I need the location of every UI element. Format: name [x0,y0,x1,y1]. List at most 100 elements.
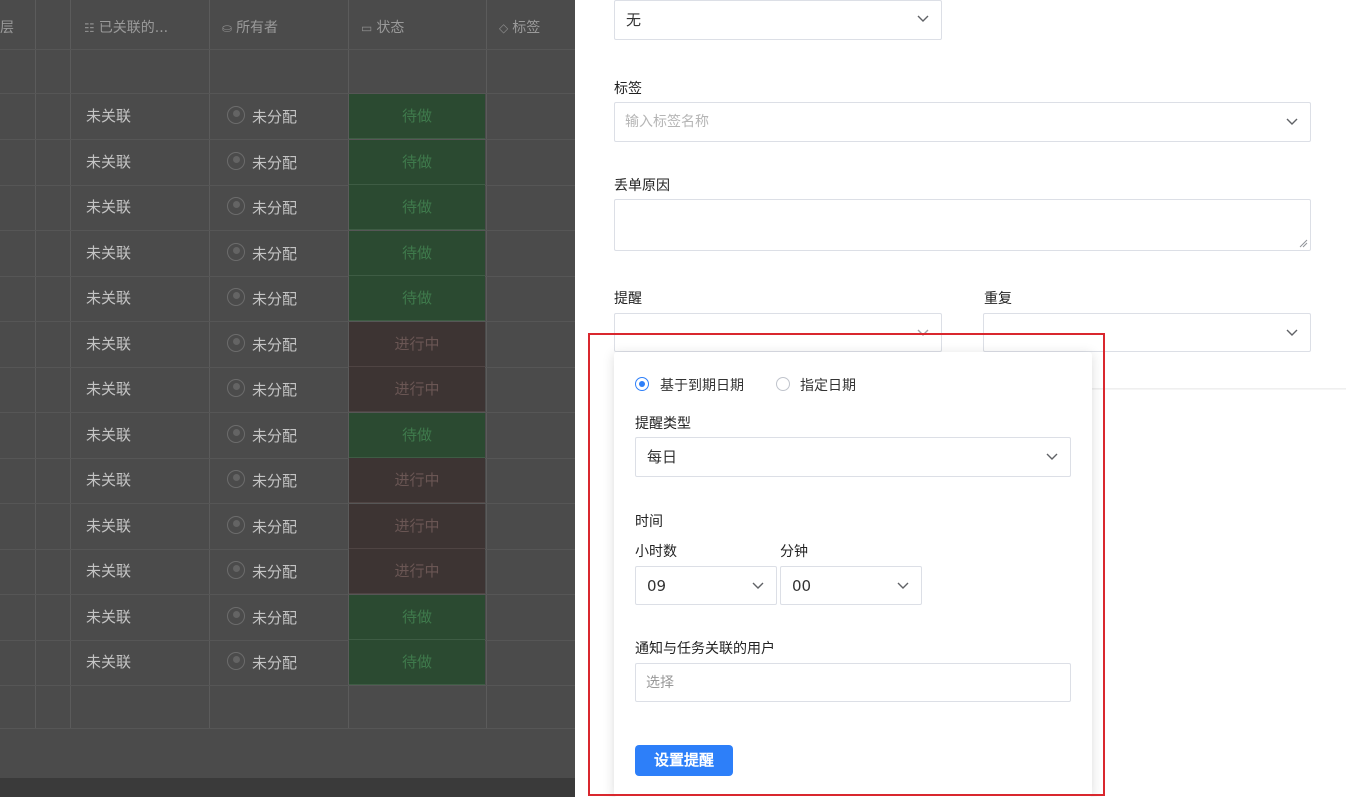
reminder-label: 提醒 [614,291,642,307]
column-header-tags[interactable]: ◇ 标签 [499,0,540,50]
owner-cell[interactable]: 未分配 [252,504,297,551]
avatar-icon [227,288,245,306]
repeat-select[interactable] [983,313,1311,352]
hours-select[interactable]: 09 [635,566,777,605]
owner-cell[interactable]: 未分配 [252,140,297,187]
chevron-up-icon [917,329,929,336]
reminder-select[interactable] [614,313,942,352]
owner-cell[interactable]: 未分配 [252,322,297,369]
linked-cell: 未关联 [86,153,132,171]
status-cell[interactable]: 待做 [349,413,485,458]
avatar-icon [227,334,245,352]
chevron-down-icon [752,582,764,589]
notify-users-select[interactable]: 选择 [635,663,1071,702]
status-cell[interactable]: 待做 [349,185,485,230]
lost-reason-textarea[interactable] [614,199,1311,251]
divider [1092,388,1346,390]
status-cell[interactable]: 待做 [349,595,485,640]
linked-cell: 未关联 [86,198,132,216]
avatar-icon [227,561,245,579]
linked-cell: 未关联 [86,562,132,580]
avatar-icon [227,152,245,170]
linked-cell: 未关联 [86,517,132,535]
table-row[interactable]: 未关联 未分配 进行中 [0,367,575,414]
avatar-icon [227,379,245,397]
resize-handle-icon[interactable] [1299,239,1308,248]
avatar-icon [227,197,245,215]
owner-cell[interactable]: 未分配 [252,276,297,323]
table-row[interactable]: 未关联 未分配 待做 [0,231,575,278]
table-row[interactable]: 未关联 未分配 待做 [0,185,575,232]
chevron-down-icon [1046,453,1058,460]
linked-cell: 未关联 [86,107,132,125]
table-row[interactable]: 未关联 未分配 进行中 [0,549,575,596]
status-cell[interactable]: 待做 [349,640,485,685]
reminder-type-select[interactable]: 每日 [635,437,1071,477]
status-cell[interactable]: 待做 [349,231,485,276]
linked-cell: 未关联 [86,471,132,489]
status-cell[interactable]: 待做 [349,140,485,185]
owner-icon: ⛀ [222,21,233,35]
owner-cell[interactable]: 未分配 [252,595,297,642]
linked-cell: 未关联 [86,335,132,353]
avatar-icon [227,652,245,670]
horizontal-scrollbar[interactable] [0,778,575,797]
notify-users-label: 通知与任务关联的用户 [635,641,775,657]
linked-cell: 未关联 [86,426,132,444]
time-label: 时间 [635,514,663,530]
owner-cell[interactable]: 未分配 [252,640,297,687]
avatar-icon [227,470,245,488]
column-header-owner[interactable]: ⛀ 所有者 [222,0,278,50]
owner-cell[interactable]: 未分配 [252,413,297,460]
table-row[interactable]: 未关联 未分配 待做 [0,413,575,460]
status-icon: ▭ [361,21,373,35]
top-select[interactable]: 无 [614,0,942,40]
reminder-popover: 基于到期日期 指定日期 提醒类型 每日 时间 小时数 分钟 09 00 通知与任… [614,352,1092,797]
table-row[interactable]: 未关联 未分配 待做 [0,94,575,141]
owner-cell[interactable]: 未分配 [252,185,297,232]
chevron-down-icon [897,582,909,589]
avatar-icon [227,243,245,261]
chevron-down-icon [1286,118,1298,125]
tags-select[interactable]: 输入标签名称 [614,102,1311,142]
linked-cell: 未关联 [86,653,132,671]
table-row[interactable]: 未关联 未分配 进行中 [0,322,575,369]
avatar-icon [227,607,245,625]
repeat-label: 重复 [984,291,1012,307]
column-header-layer[interactable]: 层 [0,0,14,50]
chevron-down-icon [917,15,929,22]
linked-cell: 未关联 [86,244,132,262]
column-header-status[interactable]: ▭ 状态 [361,0,404,50]
table-row[interactable]: 未关联 未分配 待做 [0,140,575,187]
minutes-label: 分钟 [780,544,808,560]
minutes-select[interactable]: 00 [780,566,922,605]
owner-cell[interactable]: 未分配 [252,549,297,596]
table-row[interactable]: 未关联 未分配 待做 [0,276,575,323]
linked-cell: 未关联 [86,380,132,398]
table-row[interactable]: 未关联 未分配 待做 [0,595,575,642]
table-row[interactable]: 未关联 未分配 进行中 [0,504,575,551]
table-row[interactable]: 未关联 未分配 进行中 [0,458,575,505]
set-reminder-button[interactable]: 设置提醒 [635,745,733,776]
status-cell[interactable]: 进行中 [349,322,485,367]
status-cell[interactable]: 进行中 [349,367,485,412]
table-row[interactable]: 未关联 未分配 待做 [0,640,575,687]
status-cell[interactable]: 进行中 [349,458,485,503]
radio-label-specific-date[interactable]: 指定日期 [800,375,856,395]
status-cell[interactable]: 进行中 [349,504,485,549]
radio-specific-date[interactable] [776,377,790,391]
radio-based-on-due-date[interactable] [635,377,649,391]
status-cell[interactable]: 待做 [349,276,485,321]
status-cell[interactable]: 待做 [349,94,485,139]
hours-label: 小时数 [635,544,677,560]
owner-cell[interactable]: 未分配 [252,94,297,141]
owner-cell[interactable]: 未分配 [252,231,297,278]
owner-cell[interactable]: 未分配 [252,367,297,414]
radio-label-due-date[interactable]: 基于到期日期 [660,375,744,395]
status-cell[interactable]: 进行中 [349,549,485,594]
owner-cell[interactable]: 未分配 [252,458,297,505]
tag-icon: ◇ [499,21,509,35]
reminder-type-label: 提醒类型 [635,416,691,432]
linked-cell: 未关联 [86,289,132,307]
column-header-linked[interactable]: ☷ 已关联的... [84,0,168,50]
